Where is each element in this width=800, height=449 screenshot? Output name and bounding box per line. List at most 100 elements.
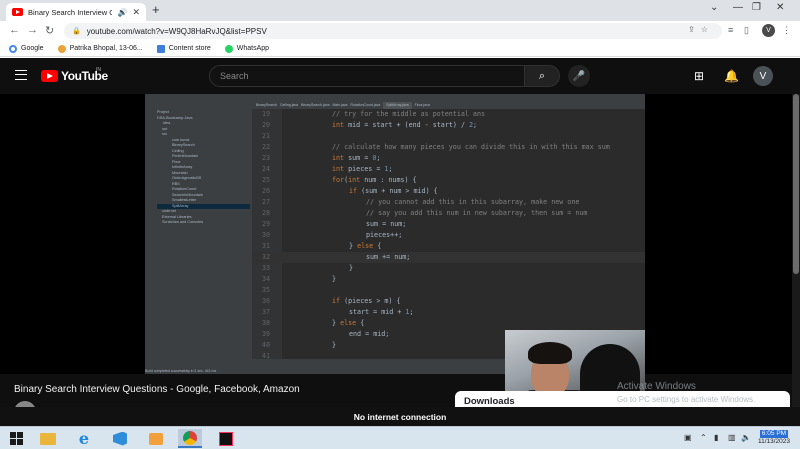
code-line[interactable]: 27 // you cannot add this in this subarra… (252, 197, 645, 208)
content-store-icon (156, 44, 165, 53)
bookmark-content-store[interactable]: Content store (156, 44, 211, 53)
bookmark-google[interactable]: Google (9, 44, 44, 53)
line-number: 19 (261, 110, 270, 118)
code-line[interactable]: 30 pieces++; (252, 230, 645, 241)
code-line[interactable]: 38} else { (252, 318, 645, 329)
taskbar-clock[interactable]: 6:05 PM 11/13/2023 (752, 430, 796, 446)
back-icon[interactable]: ← (9, 24, 20, 36)
code-token: ) / (452, 121, 469, 129)
new-tab-button[interactable]: + (152, 3, 160, 17)
minimize-icon[interactable]: — (733, 2, 743, 13)
tray-icon-blue[interactable]: ▣ (684, 433, 692, 442)
reload-icon[interactable]: ↻ (45, 24, 54, 37)
code-text: // try for the middle as potential ans (332, 110, 485, 118)
profile-avatar[interactable]: V (762, 24, 775, 37)
code-token: ) { (388, 297, 401, 305)
activate-windows-subtitle: Go to PC settings to activate Windows. (617, 395, 756, 404)
create-video-icon[interactable]: ⊞ (694, 69, 704, 83)
code-token: + (377, 187, 390, 195)
camera-app-button[interactable] (144, 429, 168, 448)
search-input[interactable]: Search (209, 65, 525, 87)
code-line[interactable]: 21 (252, 131, 645, 142)
reading-list-icon[interactable]: ≡ (728, 25, 733, 35)
speaker-icon[interactable]: 🔊 (117, 8, 127, 17)
internet-explorer-button[interactable]: e (72, 429, 96, 448)
battery-icon[interactable]: ▮ (714, 433, 718, 442)
code-line[interactable]: 24 int pieces = 1; (252, 164, 645, 175)
code-token: ; (388, 165, 393, 173)
bookmark-whatsapp[interactable]: WhatsApp (224, 44, 269, 53)
code-line[interactable]: 23 int sum = 0; (252, 153, 645, 164)
url-text[interactable]: youtube.com/watch?v=W9QJ8HaRvJQ&list=PPS… (87, 27, 267, 36)
code-line[interactable]: 29 sum = num; (252, 219, 645, 230)
close-tab-icon[interactable]: ✕ (132, 7, 140, 18)
forward-icon[interactable]: → (27, 24, 38, 36)
code-line[interactable]: 32 sum += num; (252, 252, 645, 263)
network-icon[interactable]: ▥ (728, 433, 736, 442)
code-line[interactable]: 31} else { (252, 241, 645, 252)
browser-tab[interactable]: Binary Search Interview Questi 🔊 ✕ (6, 3, 146, 21)
sidebar-icon[interactable]: ▯ (744, 25, 749, 36)
code-line[interactable]: 25 for(int num : nums) { (252, 175, 645, 186)
code-token: > (401, 187, 414, 195)
scrollbar-thumb[interactable] (793, 94, 799, 274)
line-number: 40 (261, 341, 270, 349)
code-text: } (332, 264, 353, 272)
chrome-icon (183, 430, 197, 445)
line-number: 30 (261, 231, 270, 239)
chrome-button[interactable] (178, 429, 202, 448)
whatsapp-icon (224, 44, 233, 53)
code-line[interactable]: 36 if (pieces > m) { (252, 296, 645, 307)
code-token: ; (406, 253, 411, 261)
account-avatar[interactable]: V (753, 66, 773, 86)
code-line[interactable]: 28 // say you add this num in new subarra… (252, 208, 645, 219)
code-token: sum (365, 187, 378, 195)
menu-icon[interactable]: ⋮ (782, 25, 791, 36)
lock-icon[interactable]: 🔒 (72, 27, 81, 35)
tray-up-arrow-icon[interactable]: ⌃ (700, 433, 707, 442)
windows-logo-icon (9, 432, 23, 445)
share-star-icons[interactable]: ⇪☆ (688, 25, 714, 34)
bookmark-patrika[interactable]: Patrika Bhopal, 13-06... (57, 44, 143, 53)
title-bar: Binary Search Interview Questi 🔊 ✕ + ⌄ —… (0, 0, 800, 21)
code-line[interactable]: 26 if (sum + num > mid) { (252, 186, 645, 197)
code-line[interactable]: 22 // calculate how many pieces you can d… (252, 142, 645, 153)
close-window-icon[interactable]: ✕ (776, 2, 784, 13)
video-player[interactable]: BinarySearch Ceiling.java BinarySearch.jav… (0, 94, 800, 410)
code-token: } (349, 264, 354, 272)
code-text: // say you add this num in new subarray,… (366, 209, 588, 217)
notifications-bell-icon[interactable]: 🔔 (724, 69, 739, 83)
start-button[interactable] (4, 429, 28, 448)
tab-search-icon[interactable]: ⌄ (710, 2, 718, 13)
code-line[interactable]: 37 start = mid + 1; (252, 307, 645, 318)
code-text: if (sum + num > mid) { (332, 187, 438, 195)
code-token: end (408, 121, 421, 129)
youtube-header: YouTube IN Search ⌕ 🎤 ⊞ 🔔 V (0, 58, 800, 94)
code-token: ; (402, 220, 407, 228)
voice-search-button[interactable]: 🎤 (568, 65, 590, 87)
code-line[interactable]: 19 // try for the middle as potential ans (252, 109, 645, 120)
volume-icon[interactable]: 🔈 (741, 433, 751, 442)
page-scrollbar[interactable] (792, 94, 800, 407)
ide-tab: Ceiling.java (280, 103, 299, 107)
code-token: ; (473, 121, 478, 129)
code-keyword: int (348, 176, 361, 184)
ide-editor-tabs: BinarySearch Ceiling.java BinarySearch.jav… (252, 102, 645, 109)
code-line[interactable]: 33} (252, 263, 645, 274)
ide-project-tree: Project DSA-Bootcamp-Java .idea out src com.k… (153, 102, 252, 364)
youtube-logo[interactable]: YouTube IN (41, 67, 108, 83)
code-line[interactable]: 20 int mid = start + (end - start) / 2; (252, 120, 645, 131)
code-token: ++; (390, 231, 403, 239)
code-text: int mid = start + (end - start) / 2; (332, 121, 477, 129)
search-button[interactable]: ⌕ (524, 65, 560, 87)
address-bar[interactable]: 🔒 youtube.com/watch?v=W9QJ8HaRvJQ&list=P… (64, 23, 722, 39)
code-keyword: else (340, 319, 357, 327)
ide-toolbar (145, 94, 645, 102)
restore-icon[interactable]: ❐ (752, 2, 761, 13)
vscode-button[interactable] (108, 429, 132, 448)
file-explorer-button[interactable] (36, 429, 60, 448)
intellij-button[interactable] (214, 429, 238, 448)
code-line[interactable]: 35 (252, 285, 645, 296)
code-line[interactable]: 34} (252, 274, 645, 285)
hamburger-menu-icon[interactable] (15, 70, 27, 80)
